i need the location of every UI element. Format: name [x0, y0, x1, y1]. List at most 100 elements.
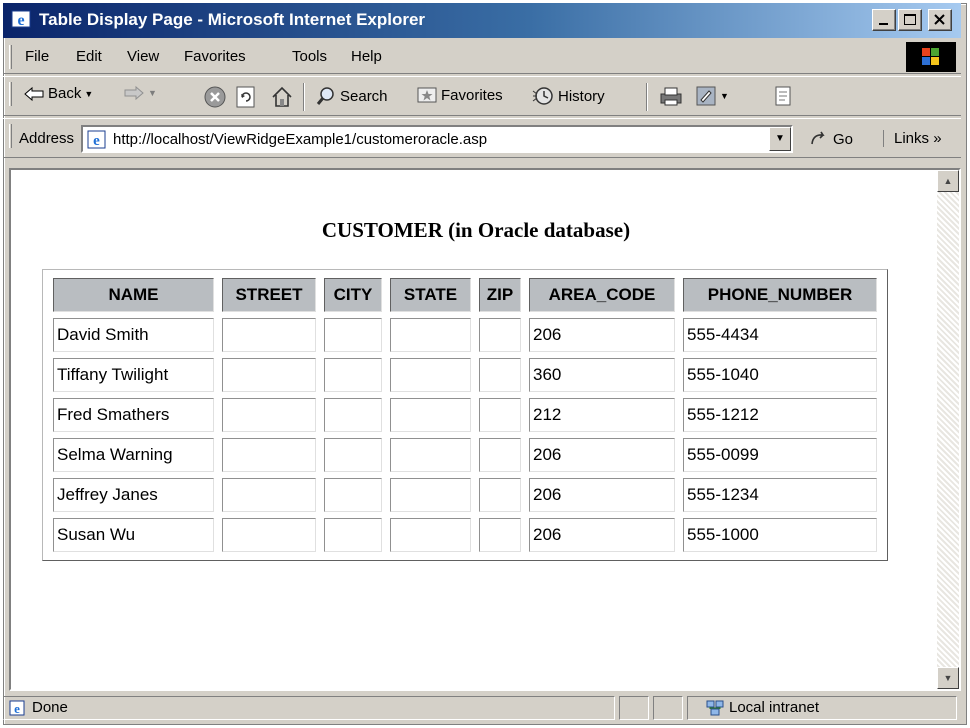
go-arrow-icon [811, 131, 825, 145]
cell-zip [479, 318, 521, 352]
cell-area-code: 206 [529, 438, 675, 472]
cell-state [390, 518, 471, 552]
menu-file[interactable]: File [25, 48, 49, 65]
back-arrow-icon [24, 86, 44, 101]
cell-zip [479, 438, 521, 472]
menu-bar: File Edit View Favorites Tools Help [3, 40, 961, 74]
menu-edit[interactable]: Edit [76, 48, 102, 65]
cell-city [324, 358, 382, 392]
cell-state [390, 358, 471, 392]
address-grip[interactable] [9, 124, 12, 148]
close-button[interactable] [928, 9, 952, 31]
links-button[interactable]: Links » [883, 130, 942, 147]
maximize-button[interactable] [898, 9, 922, 31]
cell-city [324, 518, 382, 552]
menu-favorites[interactable]: Favorites [184, 48, 246, 65]
menu-help[interactable]: Help [351, 48, 382, 65]
stop-icon [204, 86, 226, 108]
search-label: Search [340, 87, 388, 105]
cell-name: Fred Smathers [53, 398, 214, 432]
local-intranet-icon [706, 700, 724, 716]
column-header-zip: ZIP [479, 278, 521, 312]
cell-area-code: 206 [529, 518, 675, 552]
cell-phone-number: 555-0099 [683, 438, 877, 472]
go-label: Go [833, 130, 854, 148]
svg-text:e: e [14, 701, 20, 716]
home-icon [272, 86, 292, 107]
cell-area-code: 212 [529, 398, 675, 432]
windows-logo-throbber [906, 42, 956, 72]
favorites-button[interactable]: Favorites [416, 85, 503, 105]
toolbar-separator [646, 83, 648, 111]
address-dropdown-icon[interactable]: ▼ [769, 127, 791, 151]
scroll-up-button[interactable]: ▲ [937, 170, 959, 192]
document-icon [775, 86, 791, 106]
go-button[interactable]: Go [809, 130, 853, 148]
menu-grip[interactable] [9, 45, 12, 69]
cell-phone-number: 555-4434 [683, 318, 877, 352]
cell-street [222, 358, 316, 392]
status-text: Done [32, 699, 68, 716]
cell-area-code: 206 [529, 318, 675, 352]
column-header-phone-number: PHONE_NUMBER [683, 278, 877, 312]
forward-arrow-icon [124, 85, 144, 101]
search-button[interactable]: Search [315, 85, 388, 107]
edit-page-icon [696, 86, 716, 106]
standard-toolbar: Back ▼ ▼ Search Favorites History ▼ [3, 76, 961, 116]
toolbar-grip[interactable] [9, 82, 12, 106]
history-label: History [558, 87, 605, 105]
home-button[interactable] [270, 85, 294, 109]
edit-button[interactable]: ▼ [695, 85, 729, 107]
edit-dropdown-icon[interactable]: ▼ [720, 91, 729, 101]
chevron-right-icon: » [933, 130, 942, 147]
close-icon [934, 14, 945, 25]
discuss-button[interactable] [773, 85, 793, 107]
status-panel [653, 696, 683, 720]
table-row: Susan Wu 206 555-1000 [53, 518, 877, 552]
address-label: Address [19, 130, 75, 147]
table-row: Selma Warning 206 555-0099 [53, 438, 877, 472]
ie-logo-icon: e [11, 10, 31, 29]
menu-view[interactable]: View [127, 48, 159, 65]
status-bar: e Done Local intranet [3, 694, 961, 722]
printer-icon [660, 87, 682, 106]
favorites-icon [417, 87, 437, 103]
refresh-button[interactable] [235, 85, 257, 109]
page-ie-icon: e [87, 130, 106, 149]
vertical-scrollbar[interactable]: ▲ ▼ [937, 170, 959, 689]
print-button[interactable] [658, 85, 684, 107]
page-status-icon: e [9, 700, 25, 716]
cell-city [324, 438, 382, 472]
column-header-name: NAME [53, 278, 214, 312]
column-header-street: STREET [222, 278, 316, 312]
back-button[interactable]: Back ▼ [23, 85, 93, 102]
svg-text:e: e [93, 133, 100, 149]
cell-street [222, 438, 316, 472]
menu-tools[interactable]: Tools [292, 48, 327, 65]
forward-button[interactable]: ▼ [123, 85, 157, 101]
windows-flag-icon [922, 48, 940, 66]
address-url[interactable]: http://localhost/ViewRidgeExample1/custo… [113, 131, 487, 148]
cell-name: Susan Wu [53, 518, 214, 552]
scroll-down-button[interactable]: ▼ [937, 667, 959, 689]
cell-area-code: 206 [529, 478, 675, 512]
cell-state [390, 438, 471, 472]
cell-name: David Smith [53, 318, 214, 352]
cell-zip [479, 358, 521, 392]
minimize-icon [879, 23, 888, 25]
refresh-icon [236, 86, 255, 108]
address-input[interactable]: e http://localhost/ViewRidgeExample1/cus… [81, 125, 793, 153]
table-row: David Smith 206 555-4434 [53, 318, 877, 352]
cell-state [390, 318, 471, 352]
window-title: Table Display Page - Microsoft Internet … [39, 10, 426, 29]
back-dropdown-icon[interactable]: ▼ [84, 89, 93, 99]
cell-name: Jeffrey Janes [53, 478, 214, 512]
title-bar[interactable]: e Table Display Page - Microsoft Interne… [3, 3, 961, 38]
history-button[interactable]: History [531, 85, 605, 107]
links-label: Links [894, 130, 930, 147]
security-zone-panel: Local intranet [687, 696, 957, 720]
cell-street [222, 318, 316, 352]
stop-button[interactable] [203, 85, 227, 109]
forward-dropdown-icon[interactable]: ▼ [148, 88, 157, 98]
minimize-button[interactable] [872, 9, 896, 31]
